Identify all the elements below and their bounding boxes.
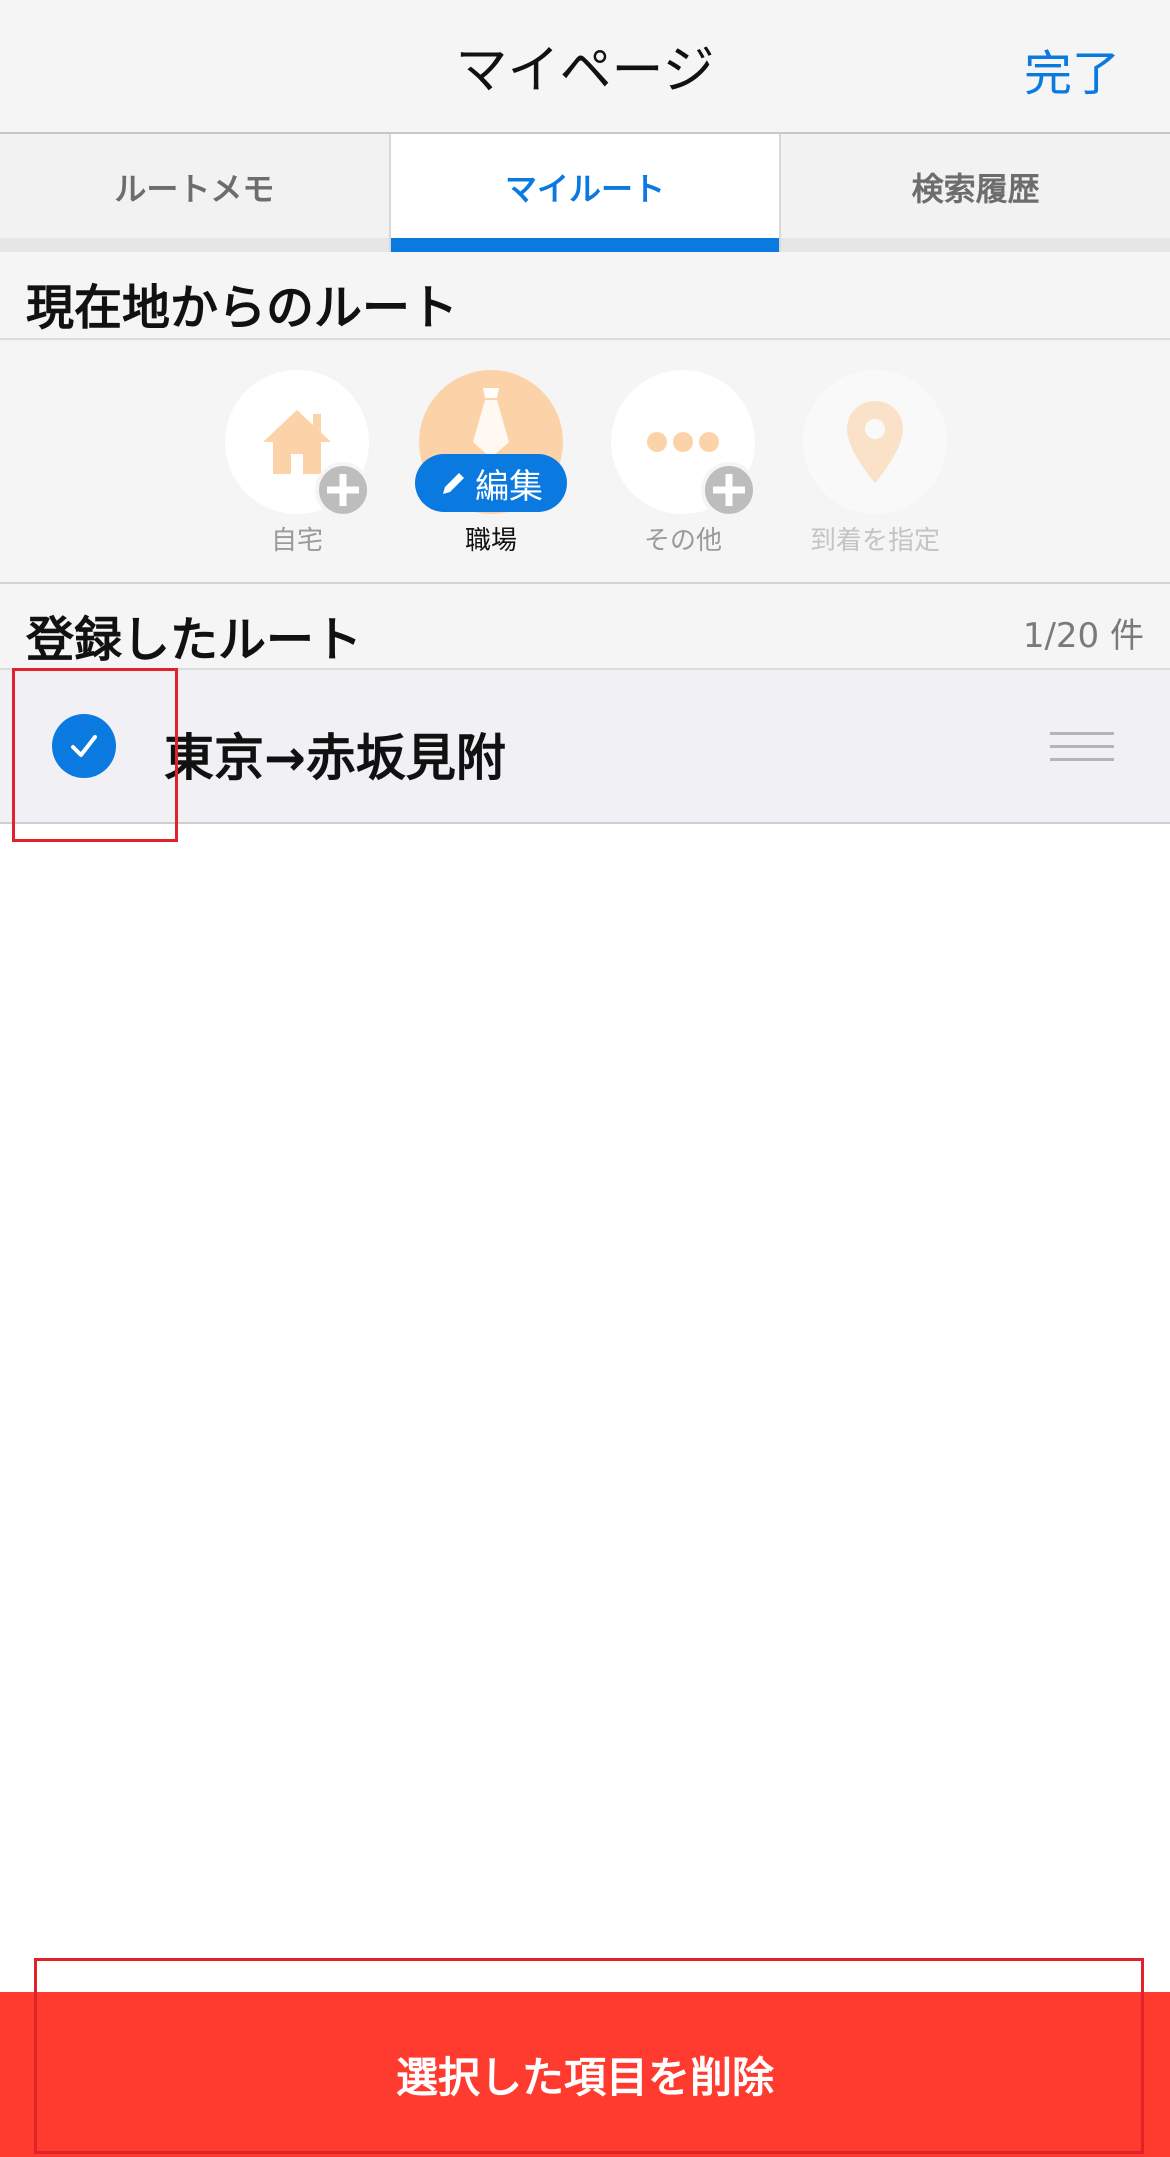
done-button[interactable]: 完了 xyxy=(1024,34,1120,104)
add-badge-icon[interactable] xyxy=(315,462,371,518)
shortcut-destination-label: 到着を指定 xyxy=(809,526,940,556)
reorder-handle-icon[interactable] xyxy=(1050,732,1114,762)
registered-routes-title: 登録したルート xyxy=(26,612,363,668)
shortcut-other[interactable]: その他 xyxy=(608,370,758,570)
more-dots-icon xyxy=(647,432,719,452)
shortcut-home[interactable]: 自宅 xyxy=(222,370,372,570)
navigation-bar: マイページ 完了 xyxy=(0,0,1170,134)
shortcut-destination-circle[interactable] xyxy=(803,370,947,514)
current-location-header: 現在地からのルート xyxy=(0,252,1170,340)
route-list-item[interactable]: 東京→赤坂見附 xyxy=(0,670,1170,824)
shortcut-other-circle[interactable] xyxy=(611,370,757,518)
shortcut-work-label: 職場 xyxy=(464,526,517,556)
delete-selected-button[interactable]: 選択した項目を削除 xyxy=(0,1992,1170,2157)
checkmark-icon xyxy=(71,735,97,757)
shortcut-destination[interactable]: 到着を指定 xyxy=(800,370,950,570)
shortcut-work-circle[interactable]: 編集 xyxy=(415,370,567,514)
checkbox-checked-icon[interactable] xyxy=(52,714,116,778)
edit-badge-label: 編集 xyxy=(475,466,543,507)
segmented-tabs: ルートメモ マイルート 検索履歴 xyxy=(0,134,1170,254)
edit-badge[interactable]: 編集 xyxy=(415,454,567,512)
pencil-icon xyxy=(443,473,464,494)
necktie-icon xyxy=(473,388,509,458)
shortcut-row: 自宅 編集 職場 その他 到着を指定 xyxy=(0,340,1170,584)
shortcut-home-label: 自宅 xyxy=(270,526,323,556)
shortcut-other-label: その他 xyxy=(643,526,722,556)
route-name: 東京→赤坂見附 xyxy=(164,729,506,787)
delete-selected-label: 選択した項目を削除 xyxy=(395,2053,774,2102)
tab-search-history[interactable]: 検索履歴 xyxy=(781,134,1170,252)
shortcut-home-circle[interactable] xyxy=(225,370,371,518)
tab-route-memo[interactable]: ルートメモ xyxy=(0,134,391,252)
page-title: マイページ xyxy=(455,41,715,101)
current-location-title: 現在地からのルート xyxy=(26,280,459,336)
tab-my-route[interactable]: マイルート xyxy=(390,134,782,252)
map-pin-icon xyxy=(847,401,903,483)
route-count: 1/20 件 xyxy=(1022,616,1144,656)
add-badge-icon[interactable] xyxy=(701,462,757,518)
registered-routes-header: 登録したルート 1/20 件 xyxy=(0,584,1170,670)
shortcut-work[interactable]: 編集 職場 xyxy=(415,370,567,570)
